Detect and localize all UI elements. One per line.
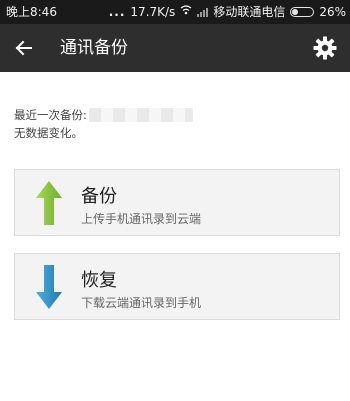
status-right: ... 17.7K/s 移动联通电信 26% (109, 0, 346, 24)
net-speed: 17.7K/s (130, 5, 176, 19)
backup-subtitle: 上传手机通讯录到云端 (81, 212, 202, 226)
status-time: 晚上8:46 (6, 5, 57, 19)
restore-button[interactable]: 恢复 下载云端通讯录到手机 (14, 253, 340, 320)
settings-button[interactable] (312, 35, 338, 61)
battery-icon (290, 7, 315, 17)
last-backup-time-redacted (88, 108, 193, 122)
battery-percent: 26% (319, 5, 346, 19)
last-backup-label: 最近一次备份: (14, 108, 87, 122)
arrow-up-icon (36, 181, 62, 225)
backup-title: 备份 (81, 186, 117, 207)
back-button[interactable] (8, 33, 38, 63)
app-bar: 通讯备份 (0, 24, 350, 72)
backup-info: 最近一次备份: 无数据变化。 (14, 106, 193, 142)
arrow-down-icon (36, 265, 62, 309)
restore-subtitle: 下载云端通讯录到手机 (81, 296, 202, 310)
status-bar: 晚上8:46 ... 17.7K/s 移动联通电信 26% (0, 0, 350, 24)
arrow-left-icon (15, 40, 32, 56)
battery-fill (292, 9, 299, 15)
last-backup-row: 最近一次备份: (14, 106, 193, 124)
signal-icon (197, 7, 209, 17)
page-title: 通讯备份 (60, 38, 128, 58)
wifi-icon (180, 0, 192, 24)
gear-icon (313, 36, 337, 60)
backup-button[interactable]: 备份 上传手机通讯录到云端 (14, 169, 340, 236)
status-dots: ... (108, 5, 126, 19)
carrier-name: 移动联通电信 (213, 5, 286, 19)
backup-status-text: 无数据变化。 (14, 126, 83, 140)
restore-title: 恢复 (81, 270, 117, 291)
